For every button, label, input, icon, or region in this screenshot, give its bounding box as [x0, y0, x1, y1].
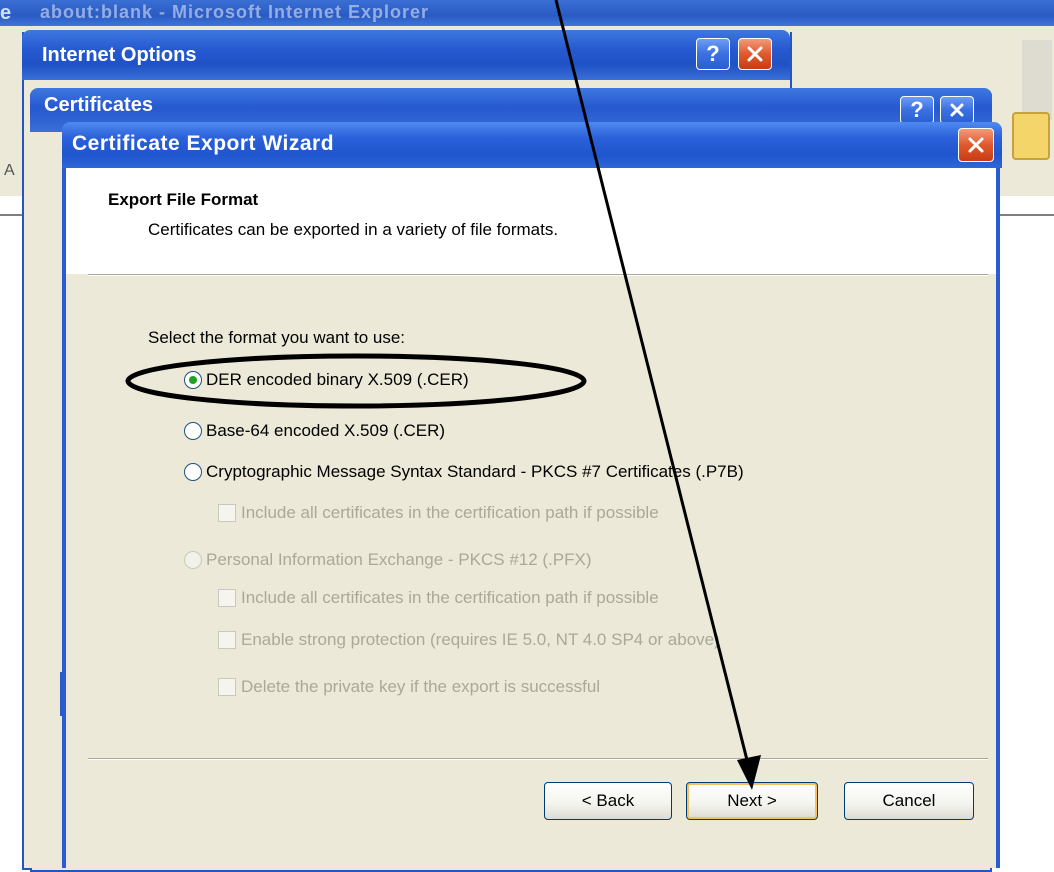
ie-title-text: about:blank - Microsoft Internet Explore…: [40, 2, 430, 22]
radio-disabled-icon: [184, 551, 202, 569]
radio-pkcs7-label: Cryptographic Message Syntax Standard - …: [206, 462, 744, 481]
checkbox-p7-include-path-label: Include all certificates in the certific…: [241, 503, 659, 522]
ie-address-label: A: [4, 162, 15, 179]
close-icon: [968, 137, 984, 153]
radio-pkcs7-format[interactable]: Cryptographic Message Syntax Standard - …: [184, 462, 744, 482]
checkbox-disabled-icon: [218, 504, 236, 522]
cancel-button[interactable]: Cancel: [844, 782, 974, 820]
certificates-help-button[interactable]: ?: [900, 96, 934, 124]
ie-favorites-icon[interactable]: [1012, 112, 1050, 160]
checkbox-disabled-icon: [218, 631, 236, 649]
radio-base64-format[interactable]: Base-64 encoded X.509 (.CER): [184, 421, 445, 441]
header-divider: [88, 274, 988, 276]
checkbox-disabled-icon: [218, 589, 236, 607]
radio-der-format[interactable]: DER encoded binary X.509 (.CER): [184, 370, 469, 390]
next-button[interactable]: Next >: [686, 782, 818, 820]
wizard-close-button[interactable]: [958, 128, 994, 162]
back-button[interactable]: < Back: [544, 782, 672, 820]
checkbox-p7-include-path: Include all certificates in the certific…: [218, 503, 659, 523]
format-prompt: Select the format you want to use:: [148, 328, 406, 347]
certificates-window-edge: [30, 132, 64, 868]
checkbox-disabled-icon: [218, 678, 236, 696]
radio-pfx-label: Personal Information Exchange - PKCS #12…: [206, 550, 592, 569]
ie-logo-icon: e: [0, 2, 12, 24]
internet-options-close-button[interactable]: [738, 38, 772, 70]
checkbox-delete-private-key: Delete the private key if the export is …: [218, 677, 600, 697]
checkbox-pfx-include-path: Include all certificates in the certific…: [218, 588, 659, 608]
wizard-header-title: Export File Format: [108, 190, 259, 209]
radio-der-label: DER encoded binary X.509 (.CER): [206, 370, 469, 389]
close-icon: [950, 103, 964, 117]
radio-base64-label: Base-64 encoded X.509 (.CER): [206, 421, 446, 440]
certificates-title: Certificates: [44, 94, 153, 116]
internet-options-title: Internet Options: [42, 44, 197, 66]
help-icon: ?: [910, 97, 924, 122]
close-icon: [747, 46, 763, 62]
wizard-title: Certificate Export Wizard: [72, 132, 335, 155]
checkbox-delete-private-key-label: Delete the private key if the export is …: [241, 677, 601, 696]
wizard-header-subtitle: Certificates can be exported in a variet…: [148, 220, 559, 239]
footer-divider: [88, 758, 988, 760]
internet-options-help-button[interactable]: ?: [696, 38, 730, 70]
certificates-close-button[interactable]: [940, 96, 974, 124]
radio-selected-icon[interactable]: [184, 371, 202, 389]
checkbox-strong-protection: Enable strong protection (requires IE 5.…: [218, 630, 720, 650]
radio-icon[interactable]: [184, 422, 202, 440]
radio-icon[interactable]: [184, 463, 202, 481]
ie-toolbar-edge: [1022, 40, 1052, 120]
radio-pfx-format: Personal Information Exchange - PKCS #12…: [184, 550, 592, 570]
checkbox-pfx-include-path-label: Include all certificates in the certific…: [241, 588, 659, 607]
checkbox-strong-protection-label: Enable strong protection (requires IE 5.…: [241, 630, 720, 649]
help-icon: ?: [706, 41, 720, 66]
